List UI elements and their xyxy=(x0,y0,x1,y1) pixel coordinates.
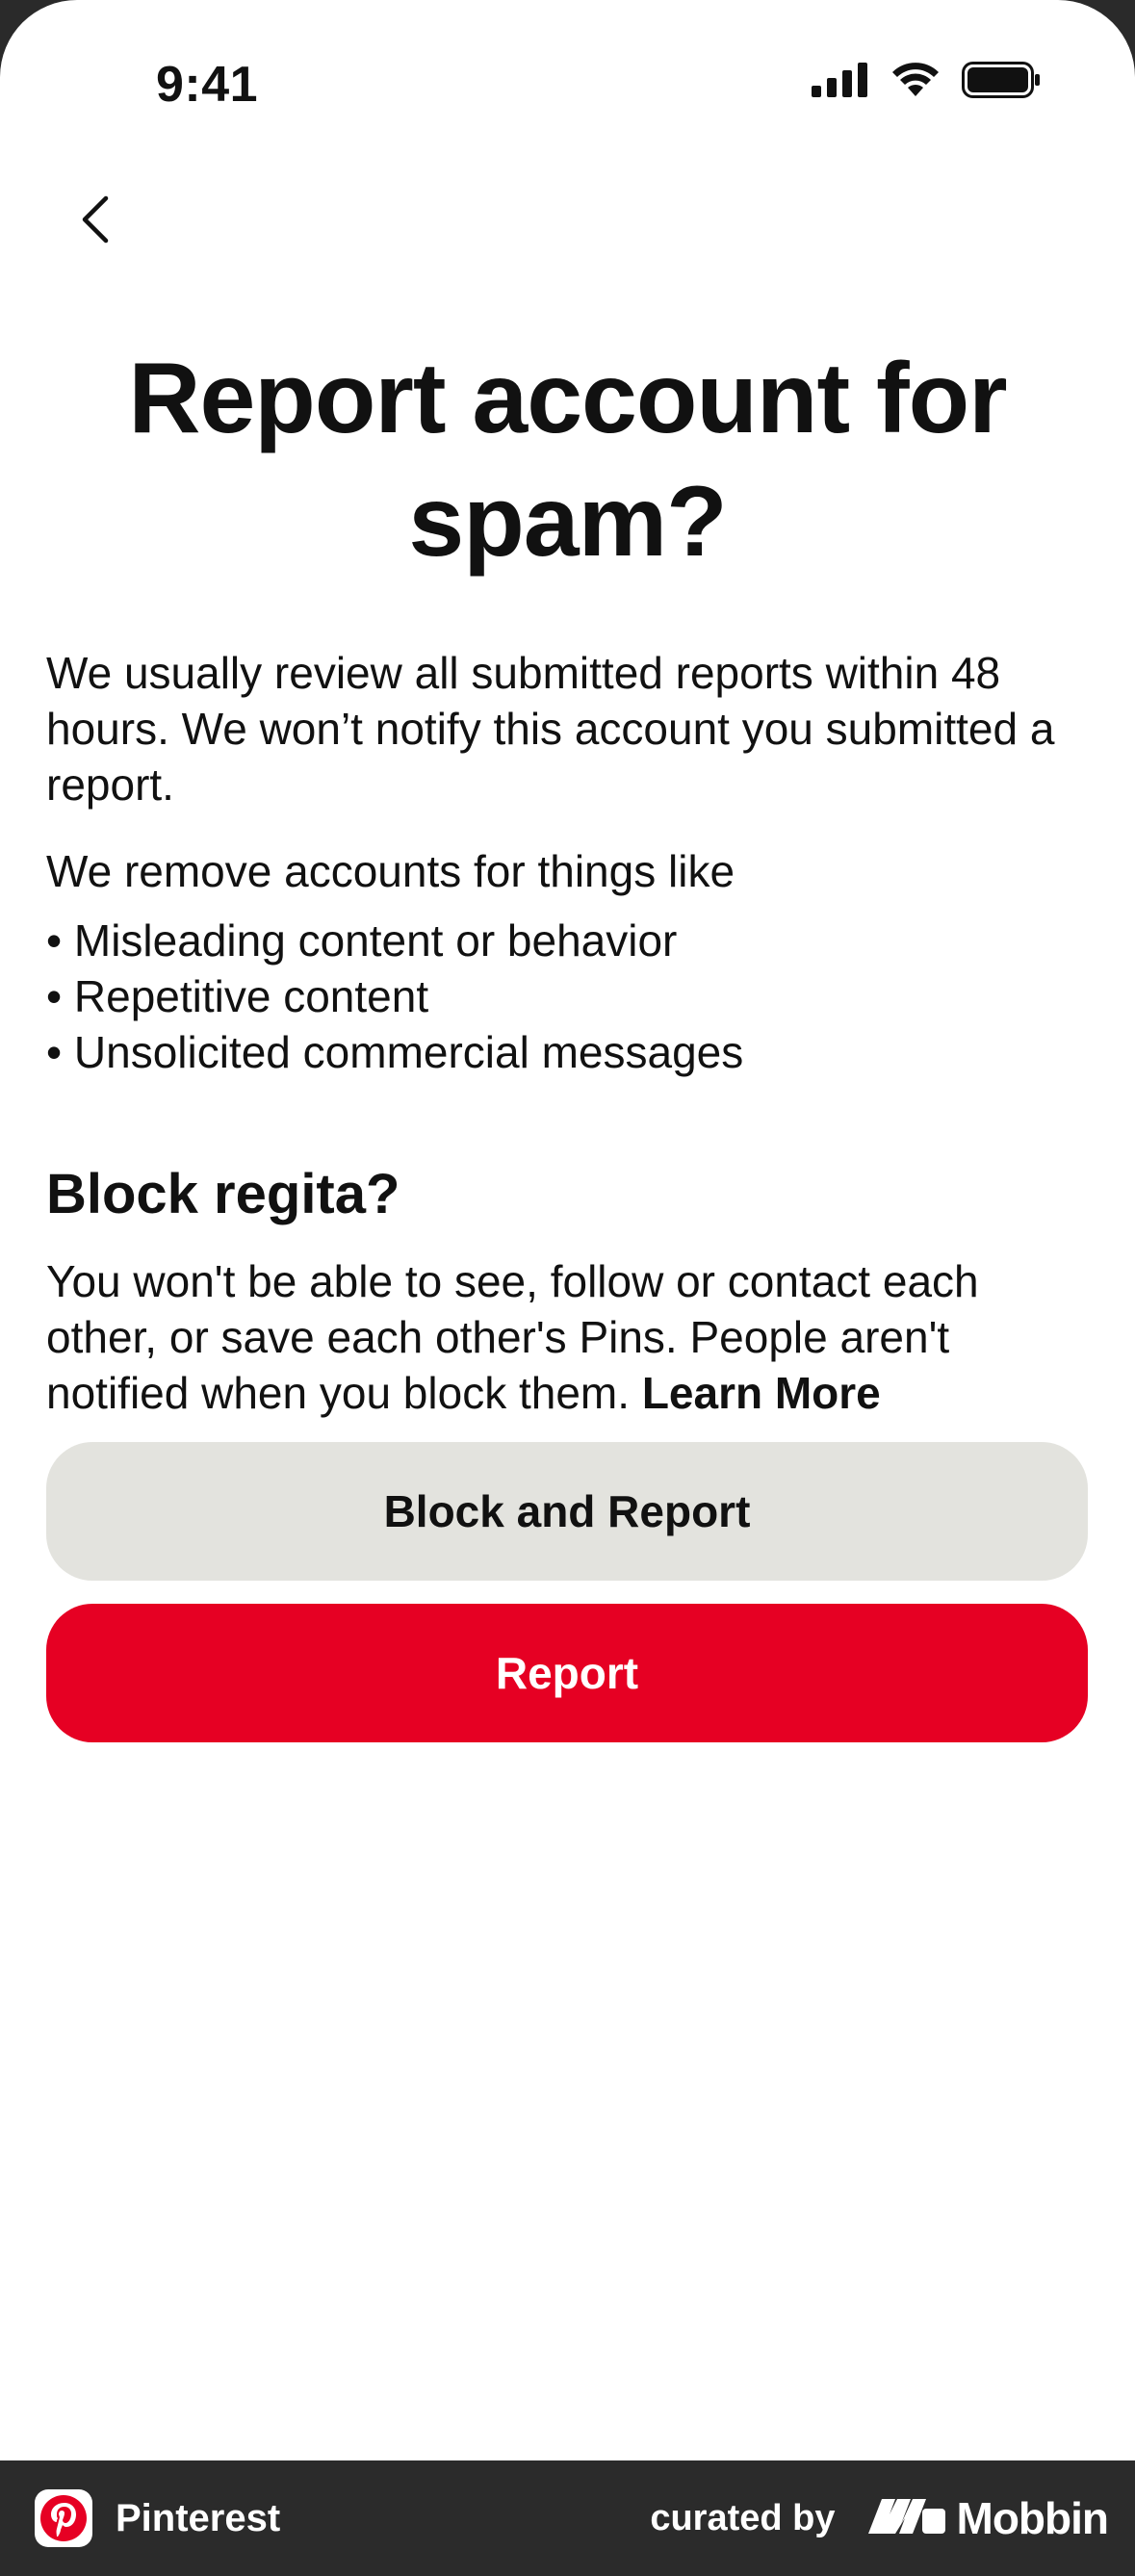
block-section-title: Block regita? xyxy=(46,1163,400,1225)
list-item: Misleading content or behavior xyxy=(46,913,743,968)
page-title: Report account for spam? xyxy=(128,343,1007,578)
mobbin-wordmark: Mobbin xyxy=(956,2493,1109,2543)
curator-attribution: curated by Mobbin xyxy=(650,2492,1109,2544)
app-name: Pinterest xyxy=(116,2496,281,2539)
signal-icon xyxy=(812,63,869,102)
chevron-left-icon xyxy=(77,193,116,251)
back-button[interactable] xyxy=(58,183,135,260)
block-info-text: You won't be able to see, follow or cont… xyxy=(46,1253,1096,1421)
pinterest-logo-icon xyxy=(35,2489,92,2547)
reasons-heading: We remove accounts for things like xyxy=(46,846,735,896)
mobbin-logo: Mobbin xyxy=(867,2492,1109,2544)
app-attribution: Pinterest xyxy=(35,2489,280,2547)
list-item: Repetitive content xyxy=(46,968,743,1024)
report-button[interactable]: Report xyxy=(46,1604,1088,1742)
wifi-icon xyxy=(890,62,941,103)
screen: 9:41 Report account for spam? We usually… xyxy=(0,0,1135,2460)
battery-icon xyxy=(962,62,1041,103)
learn-more-link[interactable]: Learn More xyxy=(642,1368,881,1418)
curated-by-label: curated by xyxy=(650,2497,836,2538)
list-item: Unsolicited commercial messages xyxy=(46,1024,743,1080)
reasons-list: Misleading content or behavior Repetitiv… xyxy=(46,913,743,1080)
status-time: 9:41 xyxy=(156,57,259,113)
review-info-text: We usually review all submitted reports … xyxy=(46,648,1055,810)
mobbin-mark-icon xyxy=(867,2492,947,2544)
block-and-report-button[interactable]: Block and Report xyxy=(46,1442,1088,1581)
attribution-bar: Pinterest curated by Mobbin xyxy=(0,2460,1135,2576)
status-icons xyxy=(812,62,1041,103)
